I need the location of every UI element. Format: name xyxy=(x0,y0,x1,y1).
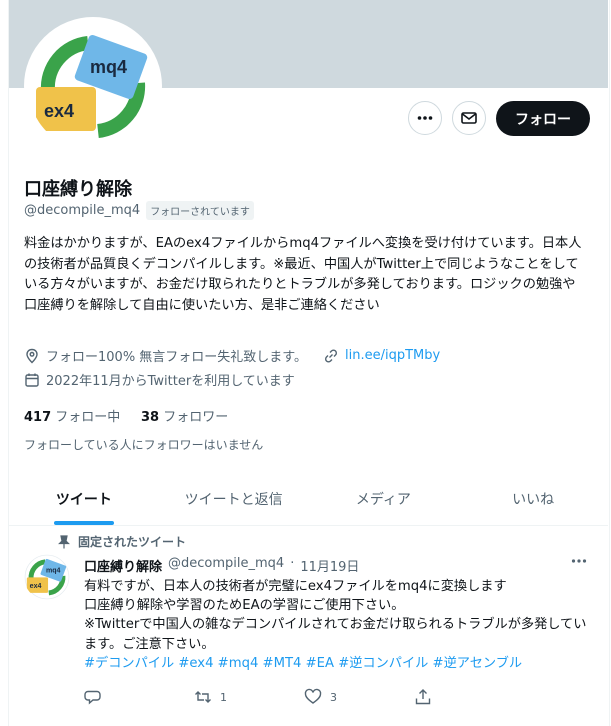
share-icon xyxy=(415,689,431,705)
follows-you-badge: フォローされています xyxy=(146,201,254,220)
profile-tabs: ツイート ツイートと返信 メディア いいね xyxy=(9,473,608,526)
heart-icon xyxy=(304,688,322,704)
profile-name: 口座縛り解除 xyxy=(24,179,132,200)
retweet-count: 1 xyxy=(220,690,227,704)
follow-counts: 417 フォロー中 38 フォロワー xyxy=(24,406,228,425)
tweet-author-name[interactable]: 口座縛り解除 xyxy=(84,556,162,575)
more-options-button[interactable] xyxy=(408,101,442,135)
more-icon xyxy=(571,559,587,563)
profile-handle: @decompile_mq4 xyxy=(24,203,141,218)
profile-handle-row: @decompile_mq4 フォローされています xyxy=(24,201,254,220)
tweet-actions: 1 3 xyxy=(84,688,524,706)
tab-tweets-replies[interactable]: ツイートと返信 xyxy=(159,473,309,525)
following-link[interactable]: 417 フォロー中 xyxy=(24,410,120,425)
pinned-label: 固定されたツイート xyxy=(58,533,186,550)
like-button[interactable]: 3 xyxy=(304,688,414,706)
avatar-ex4-text: ex4 xyxy=(44,101,74,121)
profile-joined-row: 2022年11月からTwitterを利用しています xyxy=(24,370,295,389)
location-icon xyxy=(26,348,38,363)
tweet-header: 口座縛り解除 @decompile_mq4 · 11月19日 xyxy=(84,556,359,575)
avatar-mq4-text: mq4 xyxy=(90,57,127,77)
reply-button[interactable] xyxy=(84,688,194,706)
follow-button[interactable]: フォロー xyxy=(496,101,590,136)
reply-icon xyxy=(84,690,101,705)
message-button[interactable] xyxy=(452,101,486,135)
svg-text:mq4: mq4 xyxy=(46,567,61,574)
share-button[interactable] xyxy=(414,688,524,706)
retweet-icon xyxy=(195,691,211,703)
tab-likes[interactable]: いいね xyxy=(458,473,608,525)
like-count: 3 xyxy=(330,690,337,704)
calendar-icon xyxy=(25,373,39,387)
profile-joined: 2022年11月からTwitterを利用しています xyxy=(46,374,295,389)
tweet-text: 有料ですが、日本人の技術者が完璧にex4ファイルをmq4に変換します 口座縛り解… xyxy=(84,577,594,673)
link-icon xyxy=(324,348,338,363)
profile-bio: 料金はかかりますが、EAのex4ファイルからmq4ファイルへ変換を受け付けていま… xyxy=(24,236,582,313)
followers-link[interactable]: 38 フォロワー xyxy=(141,410,228,425)
tweet-more-button[interactable] xyxy=(570,552,588,574)
tab-tweets[interactable]: ツイート xyxy=(9,473,159,525)
tweet-separator: · xyxy=(290,556,295,571)
pin-icon xyxy=(58,534,70,548)
profile-avatar[interactable]: mq4 ex4 xyxy=(24,17,162,155)
tweet-date[interactable]: 11月19日 xyxy=(300,556,359,575)
more-icon xyxy=(417,116,433,120)
envelope-icon xyxy=(461,112,477,124)
profile-location: フォロー100% 無言フォロー失礼致します。 xyxy=(46,350,307,365)
svg-text:ex4: ex4 xyxy=(30,583,42,590)
tweet-author-handle[interactable]: @decompile_mq4 xyxy=(168,556,284,575)
profile-link[interactable]: lin.ee/iqpTMby xyxy=(345,348,440,363)
profile-meta-row: フォロー100% 無言フォロー失礼致します。 lin.ee/iqpTMby xyxy=(24,346,440,365)
tweet-avatar[interactable]: mq4 ex4 xyxy=(24,554,70,600)
tab-media[interactable]: メディア xyxy=(309,473,459,525)
no-mutual-followers: フォローしている人にフォロワーはいません xyxy=(24,438,264,452)
tweet-hashtags[interactable]: #デコンパイル #ex4 #mq4 #MT4 #EA #逆コンパイル #逆アセン… xyxy=(84,654,594,673)
retweet-button[interactable]: 1 xyxy=(194,688,304,706)
